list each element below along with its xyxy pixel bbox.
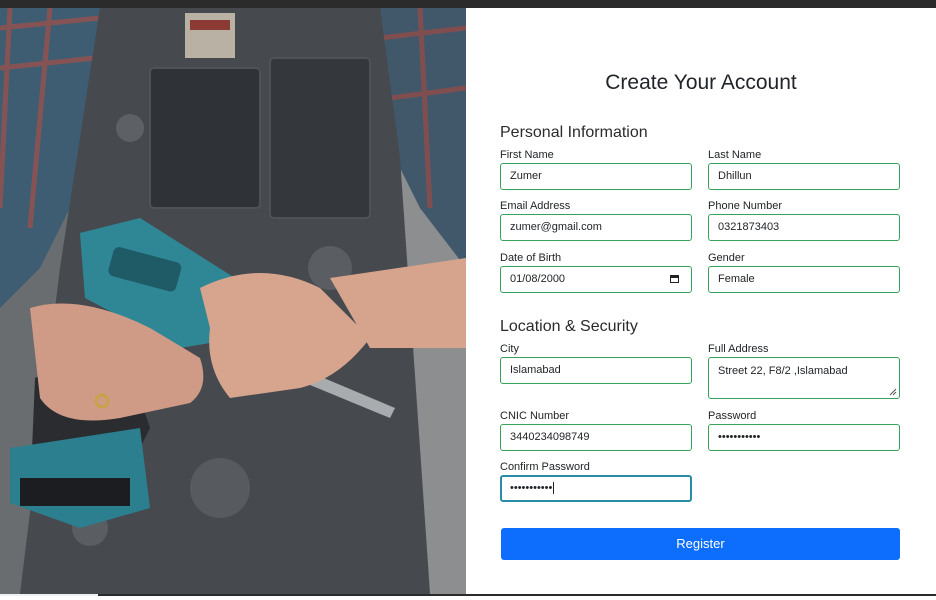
password-label: Password	[708, 410, 757, 422]
address-value: Street 22, F8/2 ,Islamabad	[718, 365, 848, 377]
resize-handle-icon[interactable]	[889, 388, 897, 396]
city-input[interactable]: Islamabad	[500, 357, 692, 384]
last-name-label: Last Name	[708, 149, 762, 161]
calendar-icon[interactable]	[670, 275, 679, 283]
cnic-input[interactable]: 3440234098749	[500, 424, 692, 451]
confirm-password-input[interactable]: •••••••••••	[500, 475, 692, 502]
cnic-group: CNIC Number 3440234098749	[500, 410, 692, 451]
dob-value: 01/08/2000	[510, 273, 566, 285]
password-input[interactable]: •••••••••••	[708, 424, 900, 451]
gender-group: Gender Female	[708, 252, 900, 293]
confirm-password-label: Confirm Password	[500, 461, 590, 473]
gender-input[interactable]: Female	[708, 266, 900, 293]
text-cursor	[553, 482, 555, 495]
confirm-password-group: Confirm Password •••••••••••	[500, 461, 692, 502]
dob-group: Date of Birth 01/08/2000	[500, 252, 692, 293]
email-group: Email Address zumer@gmail.com	[500, 200, 692, 241]
register-button[interactable]: Register	[501, 528, 900, 560]
address-label: Full Address	[708, 343, 769, 355]
password-group: Password •••••••••••	[708, 410, 900, 451]
email-input[interactable]: zumer@gmail.com	[500, 214, 692, 241]
city-label: City	[500, 343, 519, 355]
phone-input[interactable]: 0321873403	[708, 214, 900, 241]
confirm-password-value: •••••••••••	[510, 482, 553, 494]
gender-label: Gender	[708, 252, 745, 264]
address-group: Full Address Street 22, F8/2 ,Islamabad	[708, 343, 900, 399]
page-title: Create Your Account	[605, 71, 797, 94]
email-label: Email Address	[500, 200, 571, 212]
phone-group: Phone Number 0321873403	[708, 200, 900, 241]
city-group: City Islamabad	[500, 343, 692, 384]
first-name-group: First Name Zumer	[500, 149, 692, 190]
dob-input[interactable]: 01/08/2000	[500, 266, 692, 293]
section-heading-personal: Personal Information	[500, 124, 648, 141]
first-name-input[interactable]: Zumer	[500, 163, 692, 190]
registration-panel: Create Your Account Personal Information…	[466, 8, 936, 594]
dob-label: Date of Birth	[500, 252, 562, 264]
phone-label: Phone Number	[708, 200, 782, 212]
window-top-bar	[0, 0, 936, 8]
hero-image	[0, 8, 466, 594]
last-name-group: Last Name Dhillun	[708, 149, 900, 190]
cnic-label: CNIC Number	[500, 410, 570, 422]
window-bottom-bar	[0, 594, 936, 596]
address-textarea[interactable]: Street 22, F8/2 ,Islamabad	[708, 357, 900, 399]
section-heading-location: Location & Security	[500, 318, 638, 335]
first-name-label: First Name	[500, 149, 554, 161]
last-name-input[interactable]: Dhillun	[708, 163, 900, 190]
